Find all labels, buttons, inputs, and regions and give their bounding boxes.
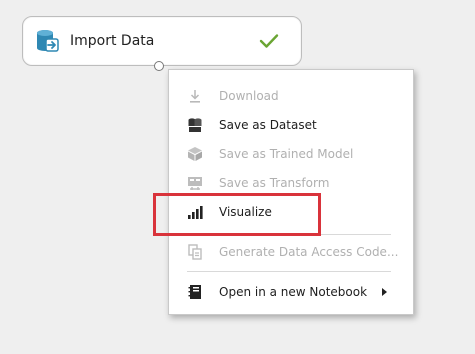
menu-item-generate-data-access-code: Generate Data Access Code... <box>169 239 413 265</box>
output-port[interactable] <box>154 61 164 71</box>
context-menu: Download Save as Dataset Save as Trained… <box>168 69 414 315</box>
menu-item-save-as-transform: Save as Transform <box>169 170 413 196</box>
menu-item-download: Download <box>169 83 413 109</box>
bar-chart-icon <box>188 206 203 219</box>
transform-icon <box>188 177 202 190</box>
menu-divider <box>187 271 391 272</box>
submenu-arrow-icon <box>382 288 387 296</box>
import-data-module[interactable]: Import Data <box>22 16 302 66</box>
menu-item-label: Download <box>219 89 279 103</box>
menu-item-open-in-notebook[interactable]: Open in a new Notebook <box>169 279 413 305</box>
menu-item-label: Save as Dataset <box>219 118 317 132</box>
trained-model-icon <box>188 147 202 161</box>
menu-item-label: Save as Trained Model <box>219 147 354 161</box>
database-import-icon <box>37 30 59 52</box>
menu-item-save-as-dataset[interactable]: Save as Dataset <box>169 112 413 138</box>
menu-item-label: Save as Transform <box>219 176 330 190</box>
menu-item-save-as-trained-model: Save as Trained Model <box>169 141 413 167</box>
code-copy-icon <box>188 244 202 260</box>
download-icon <box>190 90 200 103</box>
menu-item-label: Visualize <box>219 205 272 219</box>
module-title: Import Data <box>70 33 155 49</box>
save-dataset-icon <box>188 118 202 132</box>
checkmark-icon <box>259 34 279 48</box>
menu-item-label: Open in a new Notebook <box>219 285 368 299</box>
menu-divider <box>187 234 391 235</box>
menu-item-visualize[interactable]: Visualize <box>169 199 413 225</box>
notebook-icon <box>188 285 201 299</box>
menu-item-label: Generate Data Access Code... <box>219 245 399 259</box>
